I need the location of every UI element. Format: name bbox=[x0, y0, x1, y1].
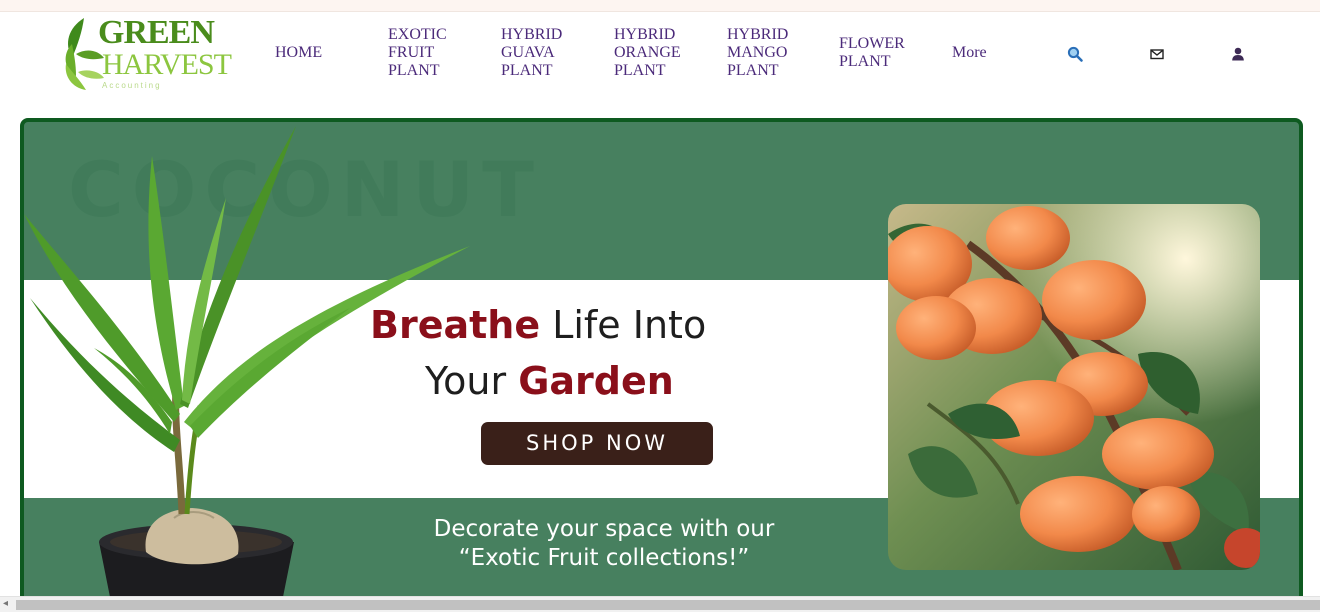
headline-rest-1: Life Into bbox=[540, 303, 707, 347]
tagline-line-2: “Exotic Fruit collections!” bbox=[458, 545, 750, 571]
nav-hybrid-orange-plant[interactable]: HYBRID ORANGE PLANT bbox=[614, 26, 681, 80]
hero-banner[interactable]: COCONUT Breathe Life Into Your Garden SH… bbox=[20, 118, 1303, 608]
headline-line-1: Breathe Life Into bbox=[370, 302, 706, 348]
site-logo[interactable]: GREEN HARVEST Accounting bbox=[62, 14, 232, 96]
headline-accent-1: Breathe bbox=[370, 303, 541, 347]
shop-now-button[interactable]: SHOP NOW bbox=[481, 422, 713, 465]
top-strip bbox=[0, 0, 1320, 12]
tagline-line-1: Decorate your space with our bbox=[433, 516, 775, 542]
nav-flower-plant[interactable]: FLOWER PLANT bbox=[839, 35, 905, 71]
user-icon[interactable] bbox=[1229, 45, 1247, 63]
headline-line-2: Your Garden bbox=[425, 358, 674, 404]
nav-home[interactable]: HOME bbox=[275, 44, 322, 62]
nav-hybrid-guava-plant[interactable]: HYBRID GUAVA PLANT bbox=[501, 26, 562, 80]
scroll-left-arrow-icon[interactable]: ◂ bbox=[3, 598, 8, 609]
logo-text-harvest: HARVEST bbox=[102, 48, 232, 81]
nav-exotic-fruit-plant[interactable]: EXOTIC FRUIT PLANT bbox=[388, 26, 447, 80]
headline-accent-2: Garden bbox=[518, 359, 674, 403]
headline-rest-2: Your bbox=[425, 359, 519, 403]
horizontal-scrollbar[interactable]: ◂ bbox=[0, 596, 1320, 612]
site-header: GREEN HARVEST Accounting HOME EXOTIC FRU… bbox=[0, 12, 1320, 107]
apricot-photo bbox=[888, 204, 1260, 570]
logo-text-sub: Accounting bbox=[102, 81, 162, 90]
nav-hybrid-mango-plant[interactable]: HYBRID MANGO PLANT bbox=[727, 26, 788, 80]
nav-more[interactable]: More bbox=[952, 44, 987, 62]
scrollbar-thumb[interactable] bbox=[16, 600, 1320, 610]
logo-text-green: GREEN bbox=[98, 14, 215, 51]
search-icon[interactable] bbox=[1066, 45, 1084, 63]
banner-tagline: Decorate your space with our “Exotic Fru… bbox=[324, 515, 884, 573]
mail-icon[interactable] bbox=[1148, 45, 1166, 63]
